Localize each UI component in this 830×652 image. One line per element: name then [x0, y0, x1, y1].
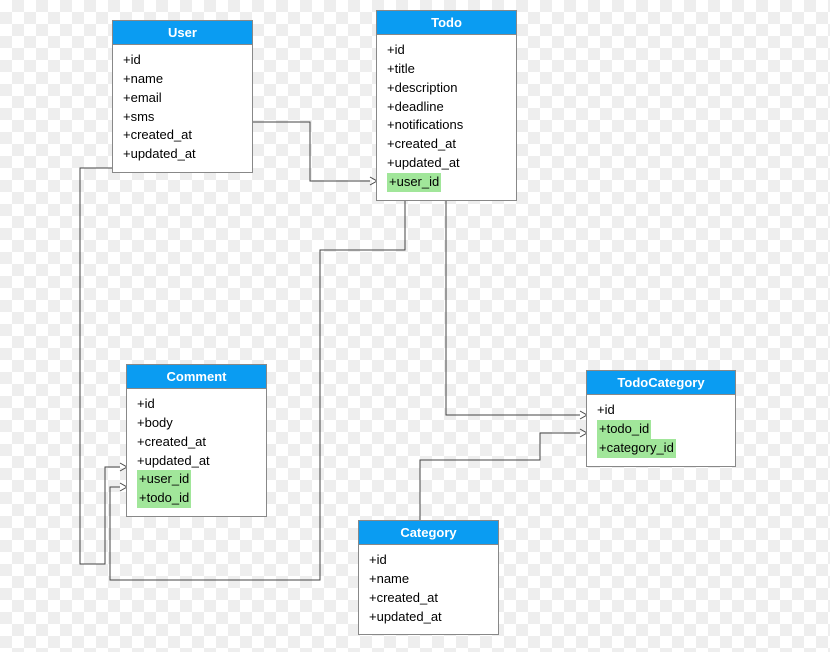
attr-fk: +category_id	[597, 439, 725, 458]
attr: +id	[137, 395, 256, 414]
entity-user: User +id +name +email +sms +created_at +…	[112, 20, 253, 173]
entity-comment: Comment +id +body +created_at +updated_a…	[126, 364, 267, 517]
entity-todo-body: +id +title +description +deadline +notif…	[377, 35, 516, 200]
entity-comment-body: +id +body +created_at +updated_at +user_…	[127, 389, 266, 516]
attr: +created_at	[369, 589, 488, 608]
entity-user-title: User	[113, 21, 252, 45]
attr: +deadline	[387, 98, 506, 117]
attr-fk: +todo_id	[137, 489, 256, 508]
attr: +id	[369, 551, 488, 570]
attr: +name	[369, 570, 488, 589]
attr: +notifications	[387, 116, 506, 135]
attr: +created_at	[387, 135, 506, 154]
attr: +sms	[123, 108, 242, 127]
entity-category: Category +id +name +created_at +updated_…	[358, 520, 499, 635]
attr: +id	[597, 401, 725, 420]
entity-category-title: Category	[359, 521, 498, 545]
attr: +id	[387, 41, 506, 60]
attr: +updated_at	[137, 452, 256, 471]
attr: +description	[387, 79, 506, 98]
entity-todocategory-title: TodoCategory	[587, 371, 735, 395]
attr: +email	[123, 89, 242, 108]
attr: +body	[137, 414, 256, 433]
attr: +name	[123, 70, 242, 89]
entity-todo: Todo +id +title +description +deadline +…	[376, 10, 517, 201]
attr: +title	[387, 60, 506, 79]
attr-fk: +todo_id	[597, 420, 725, 439]
entity-todocategory: TodoCategory +id +todo_id +category_id	[586, 370, 736, 467]
entity-category-body: +id +name +created_at +updated_at	[359, 545, 498, 634]
attr: +created_at	[137, 433, 256, 452]
attr: +id	[123, 51, 242, 70]
attr-fk: +user_id	[387, 173, 506, 192]
attr-fk: +user_id	[137, 470, 256, 489]
attr: +updated_at	[387, 154, 506, 173]
attr: +created_at	[123, 126, 242, 145]
entity-todocategory-body: +id +todo_id +category_id	[587, 395, 735, 466]
attr: +updated_at	[123, 145, 242, 164]
entity-todo-title: Todo	[377, 11, 516, 35]
entity-user-body: +id +name +email +sms +created_at +updat…	[113, 45, 252, 172]
attr: +updated_at	[369, 608, 488, 627]
entity-comment-title: Comment	[127, 365, 266, 389]
